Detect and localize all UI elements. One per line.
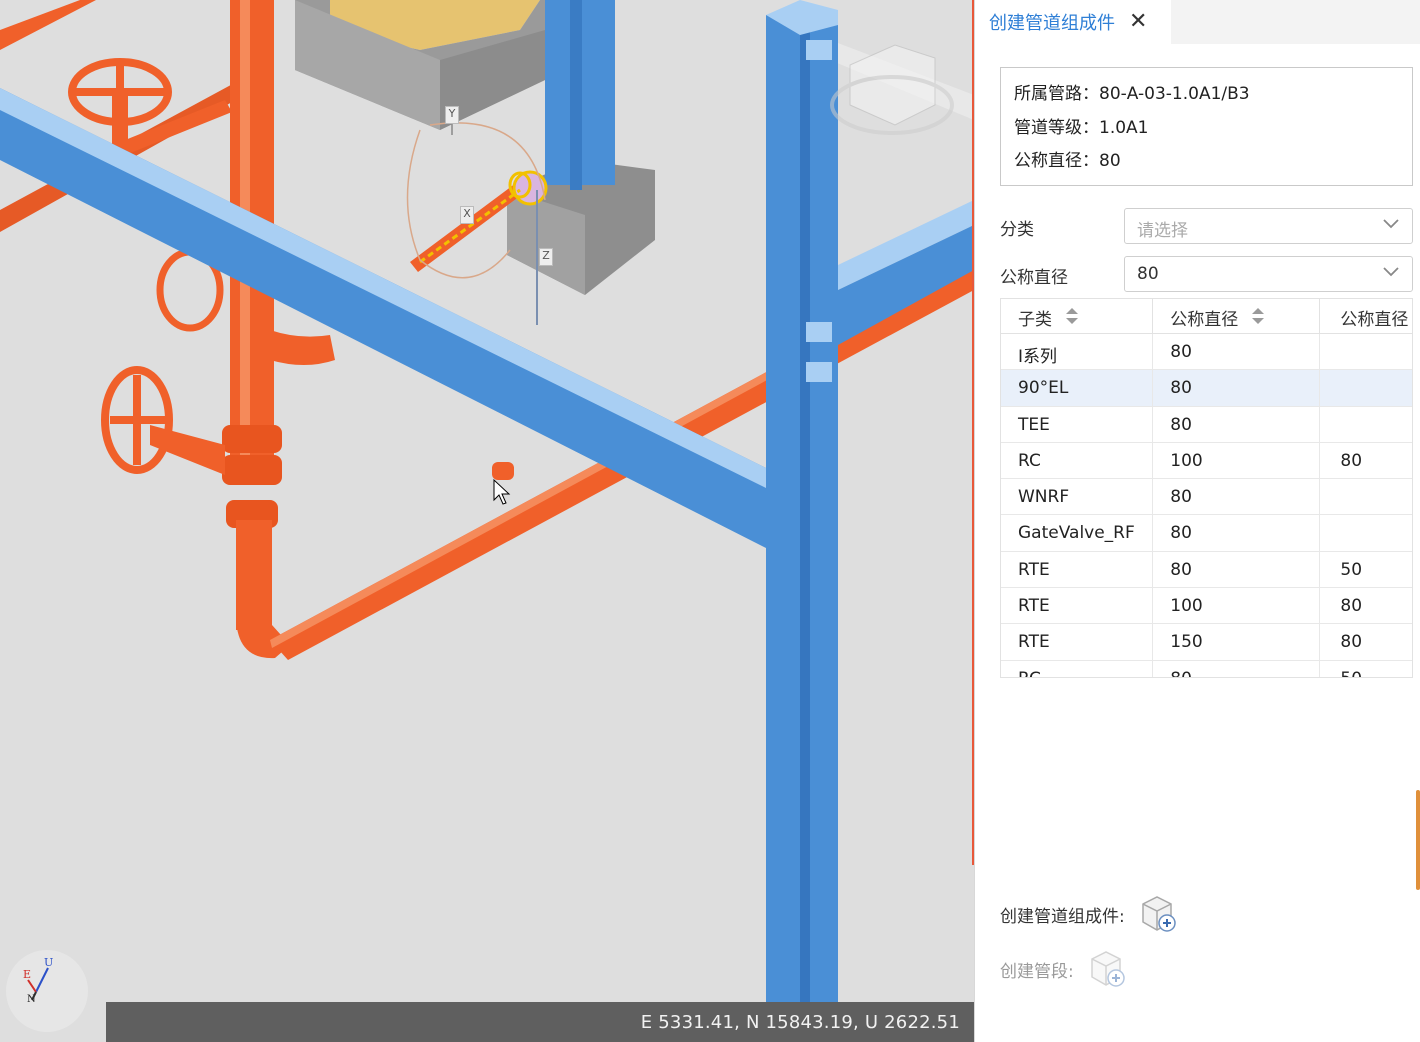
category-label: 分类: [1000, 220, 1034, 240]
cell-subclass: RTE: [1001, 624, 1154, 660]
axis-label-east: E: [23, 968, 31, 981]
table-row[interactable]: RTE 150 80: [1001, 624, 1412, 661]
header-label: 公称直径: [1170, 310, 1239, 330]
table-row[interactable]: RC8050: [1001, 660, 1412, 677]
cell-diameter: 100: [1153, 442, 1321, 479]
cell-diameter: 80: [1153, 515, 1321, 551]
cell-diameter: 80: [1153, 551, 1321, 588]
chevron-down-icon: [1383, 219, 1399, 229]
cell-diameter: 80: [1153, 370, 1321, 406]
component-panel: 创建管道组成件 ✕ 所属管路：80-A-03-1.0A1/B3 管道等级：1.0…: [974, 0, 1420, 1042]
coordinate-readout: E 5331.41, N 15843.19, U 2622.51: [640, 1012, 960, 1033]
cell-diameter-2: [1320, 407, 1412, 442]
category-row: 分类 请选择: [1000, 208, 1413, 244]
diameter-select[interactable]: 80: [1124, 256, 1413, 292]
table-row[interactable]: I系列 80: [1001, 334, 1412, 371]
table-row[interactable]: RTE 80 50: [1001, 551, 1412, 589]
diameter-value: 80: [1137, 264, 1159, 284]
gizmo-label-z: Z: [539, 248, 553, 266]
cell-diameter-2: 80: [1340, 450, 1363, 471]
sort-icon[interactable]: [1065, 306, 1079, 326]
cell-diameter: 80: [1153, 406, 1321, 442]
cell-diameter-2: 80: [1340, 632, 1363, 653]
create-component-button[interactable]: [1137, 892, 1181, 936]
create-segment-button[interactable]: [1086, 947, 1130, 991]
column-header-subclass[interactable]: 子类: [1001, 299, 1154, 333]
info-pipeline: 所属管路：80-A-03-1.0A1/B3: [1014, 84, 1250, 104]
cell-diameter: 80: [1153, 479, 1321, 515]
header-label: 公称直径: [1340, 310, 1409, 330]
cell-diameter: 80: [1153, 334, 1321, 370]
create-component-row: 创建管道组成件:: [1000, 892, 1181, 936]
table-body: I系列 80 90°EL 80 TEE 80 RC 100 80 WNRF 80 GateValve_…: [1001, 334, 1412, 677]
cell-subclass: WNRF: [1001, 479, 1154, 515]
cell-subclass: RTE: [1001, 588, 1154, 624]
table-header: 子类 公称直径 公称直径: [1001, 299, 1412, 334]
create-segment-label: 创建管段:: [1000, 961, 1074, 982]
sort-icon[interactable]: [1251, 306, 1265, 326]
cell-subclass: RTE: [1001, 551, 1154, 588]
cell-subclass: 90°EL: [1001, 370, 1154, 406]
valve-handwheel-lower[interactable]: [101, 366, 173, 474]
tab-title: 创建管道组成件: [989, 13, 1115, 34]
cell-diameter-2: [1320, 334, 1412, 369]
category-placeholder: 请选择: [1137, 221, 1188, 241]
table-row[interactable]: RC 100 80: [1001, 442, 1412, 480]
cell-diameter-2: 50: [1340, 559, 1363, 580]
gizmo-label-x: X: [460, 206, 474, 224]
cell-subclass: RC: [1001, 660, 1154, 677]
diameter-label: 公称直径: [1000, 268, 1068, 288]
cell-diameter: 150: [1153, 624, 1321, 660]
close-icon[interactable]: ✕: [1129, 11, 1147, 33]
cell-subclass: TEE: [1001, 406, 1154, 442]
pipeline-info-box: 所属管路：80-A-03-1.0A1/B3 管道等级：1.0A1 公称直径：80: [1000, 67, 1413, 186]
column-header-diameter-2[interactable]: 公称直径: [1320, 299, 1412, 333]
cell-subclass: RC: [1001, 442, 1154, 479]
cell-diameter-2: [1320, 479, 1412, 514]
coordinate-statusbar: E 5331.41, N 15843.19, U 2622.51: [106, 1002, 974, 1042]
axis-label-north: N: [27, 994, 36, 1005]
category-select[interactable]: 请选择: [1124, 208, 1413, 244]
table-row[interactable]: TEE 80: [1001, 406, 1412, 443]
tab-create-component[interactable]: 创建管道组成件 ✕: [975, 0, 1171, 44]
cell-diameter: 80: [1153, 660, 1321, 677]
scroll-indicator[interactable]: [1416, 790, 1420, 890]
cell-diameter-2: [1320, 370, 1412, 405]
create-component-label: 创建管道组成件:: [1000, 906, 1125, 927]
create-segment-row: 创建管段:: [1000, 947, 1130, 991]
cell-subclass: I系列: [1001, 334, 1154, 370]
table-row[interactable]: 90°EL 80: [1001, 370, 1412, 407]
info-nominal-diameter: 公称直径：80: [1014, 151, 1121, 171]
table-row[interactable]: WNRF 80: [1001, 479, 1412, 516]
component-table: 子类 公称直径 公称直径 I系列 80 90°EL 80 TEE 80 RC 100 80 WNR…: [1000, 298, 1413, 678]
axis-indicator: U E N: [6, 950, 88, 1032]
cell-diameter-2: 50: [1320, 661, 1412, 677]
piping-scene[interactable]: [0, 0, 974, 1042]
3d-viewport[interactable]: Y X Z U E N E 5331.41, N 15843.19, U 262…: [0, 0, 974, 1042]
header-label: 子类: [1018, 310, 1052, 330]
cell-diameter-2: [1320, 515, 1412, 550]
column-header-diameter[interactable]: 公称直径: [1153, 299, 1321, 333]
app-window: Y X Z U E N E 5331.41, N 15843.19, U 262…: [0, 0, 1420, 1042]
table-row[interactable]: RTE 100 80: [1001, 588, 1412, 625]
cell-subclass: GateValve_RF: [1001, 515, 1154, 551]
axis-label-up: U: [44, 956, 53, 969]
diameter-row: 公称直径 80: [1000, 256, 1413, 292]
panel-tabbar: 创建管道组成件 ✕: [975, 0, 1420, 44]
table-row[interactable]: GateValve_RF 80: [1001, 515, 1412, 552]
gizmo-label-y: Y: [445, 106, 459, 124]
chevron-down-icon: [1383, 267, 1399, 277]
cell-diameter-2: 80: [1340, 596, 1363, 617]
cell-diameter: 100: [1153, 588, 1321, 624]
info-pipe-class: 管道等级：1.0A1: [1014, 117, 1149, 138]
